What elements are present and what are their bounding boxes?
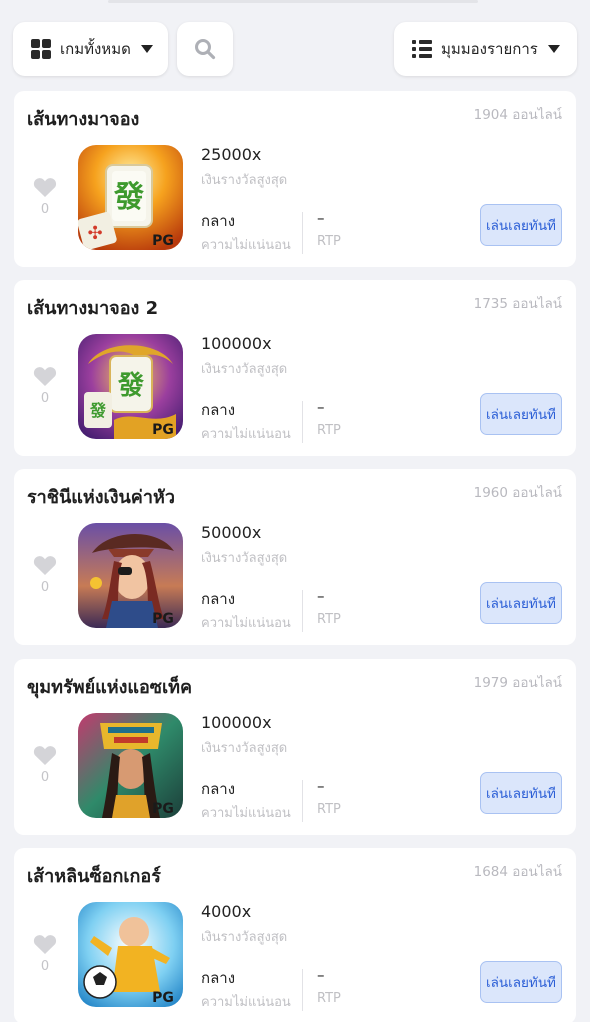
game-card: เส้าหลินซ็อกเกอร์ 1684 ออนไลน์ 0 PG 4000… xyxy=(14,848,576,1022)
rtp-value: – xyxy=(317,398,325,416)
svg-text:發: 發 xyxy=(113,180,144,215)
volatility-label: ความไม่แน่นอน xyxy=(201,238,291,253)
divider xyxy=(302,401,303,443)
rtp-label: RTP xyxy=(317,991,341,1006)
bounty-queen-thumbnail[interactable]: PG xyxy=(78,523,183,628)
pg-logo: PG xyxy=(152,801,174,817)
rtp-value: – xyxy=(317,587,325,605)
play-now-button[interactable]: เล่นเลยทันที xyxy=(480,772,562,814)
mahjong-ways-2-thumbnail[interactable]: 發 發 PG xyxy=(78,334,183,439)
max-win-value: 4000x xyxy=(201,902,252,921)
shaolin-soccer-thumbnail[interactable]: PG xyxy=(78,902,183,1007)
volatility-value: กลาง xyxy=(201,969,236,987)
max-win-label: เงินรางวัลสูงสุด xyxy=(201,551,288,566)
pg-logo: PG xyxy=(152,990,174,1006)
heart-icon xyxy=(33,178,57,197)
game-title: เส้นทางมาจอง xyxy=(27,109,140,130)
game-card: เส้นทางมาจอง 1904 ออนไลน์ 0 發 ✣ PG 25000… xyxy=(14,91,576,267)
search-button[interactable] xyxy=(177,22,233,76)
toolbar: เกมทั้งหมด มุมมองรายการ xyxy=(0,0,590,90)
favorite-button[interactable]: 0 xyxy=(32,555,58,595)
caret-down-icon xyxy=(140,45,153,53)
divider xyxy=(302,212,303,254)
online-count: 1904 ออนไลน์ xyxy=(473,107,562,123)
pg-logo: PG xyxy=(152,611,174,627)
game-card: ขุมทรัพย์แห่งแอซเท็ค 1979 ออนไลน์ 0 PG 1… xyxy=(14,659,576,835)
volatility-value: กลาง xyxy=(201,590,236,608)
volatility-value: กลาง xyxy=(201,212,236,230)
grid-icon xyxy=(31,39,51,59)
volatility-label: ความไม่แน่นอน xyxy=(201,616,291,631)
game-card: เส้นทางมาจอง 2 1735 ออนไลน์ 0 發 發 PG 100… xyxy=(14,280,576,456)
max-win-value: 25000x xyxy=(201,145,262,164)
rtp-label: RTP xyxy=(317,423,341,438)
list-icon xyxy=(412,40,432,58)
volatility-value: กลาง xyxy=(201,780,236,798)
heart-icon xyxy=(33,935,57,954)
game-filter-dropdown[interactable]: เกมทั้งหมด xyxy=(13,22,168,76)
volatility-value: กลาง xyxy=(201,401,236,419)
rtp-value: – xyxy=(317,777,325,795)
max-win-value: 50000x xyxy=(201,523,262,542)
game-title: เส้นทางมาจอง 2 xyxy=(27,298,159,319)
game-card: ราชินีแห่งเงินค่าหัว 1960 ออนไลน์ 0 PG 5… xyxy=(14,469,576,645)
online-count: 1960 ออนไลน์ xyxy=(473,485,562,501)
favorite-button[interactable]: 0 xyxy=(32,177,58,217)
svg-text:✣: ✣ xyxy=(87,223,102,244)
svg-text:發: 發 xyxy=(117,371,145,401)
favorite-button[interactable]: 0 xyxy=(32,366,58,406)
max-win-label: เงินรางวัลสูงสุด xyxy=(201,741,288,756)
pg-logo: PG xyxy=(152,233,174,249)
like-count: 0 xyxy=(40,202,50,217)
online-count: 1684 ออนไลน์ xyxy=(473,864,562,880)
game-title: ราชินีแห่งเงินค่าหัว xyxy=(27,487,175,508)
online-count: 1979 ออนไลน์ xyxy=(473,675,562,691)
svg-text:發: 發 xyxy=(89,401,107,420)
max-win-value: 100000x xyxy=(201,713,272,732)
max-win-label: เงินรางวัลสูงสุด xyxy=(201,173,288,188)
rtp-label: RTP xyxy=(317,234,341,249)
divider xyxy=(302,590,303,632)
view-mode-label: มุมมองรายการ xyxy=(441,40,538,58)
favorite-button[interactable]: 0 xyxy=(32,745,58,785)
play-now-button[interactable]: เล่นเลยทันที xyxy=(480,961,562,1003)
like-count: 0 xyxy=(40,770,50,785)
max-win-label: เงินรางวัลสูงสุด xyxy=(201,362,288,377)
volatility-label: ความไม่แน่นอน xyxy=(201,806,291,821)
like-count: 0 xyxy=(40,959,50,974)
divider xyxy=(302,969,303,1011)
mahjong-ways-thumbnail[interactable]: 發 ✣ PG xyxy=(78,145,183,250)
play-now-button[interactable]: เล่นเลยทันที xyxy=(480,204,562,246)
search-icon xyxy=(195,39,216,60)
caret-down-icon xyxy=(547,45,560,53)
heart-icon xyxy=(33,746,57,765)
rtp-value: – xyxy=(317,966,325,984)
view-mode-dropdown[interactable]: มุมมองรายการ xyxy=(394,22,577,76)
max-win-label: เงินรางวัลสูงสุด xyxy=(201,930,288,945)
volatility-label: ความไม่แน่นอน xyxy=(201,427,291,442)
rtp-label: RTP xyxy=(317,802,341,817)
game-title: เส้าหลินซ็อกเกอร์ xyxy=(27,866,161,887)
aztec-treasure-thumbnail[interactable]: PG xyxy=(78,713,183,818)
like-count: 0 xyxy=(40,580,50,595)
game-filter-label: เกมทั้งหมด xyxy=(60,40,131,58)
play-now-button[interactable]: เล่นเลยทันที xyxy=(480,393,562,435)
volatility-label: ความไม่แน่นอน xyxy=(201,995,291,1010)
heart-icon xyxy=(33,367,57,386)
rtp-label: RTP xyxy=(317,612,341,627)
game-title: ขุมทรัพย์แห่งแอซเท็ค xyxy=(27,677,193,698)
play-now-button[interactable]: เล่นเลยทันที xyxy=(480,582,562,624)
heart-icon xyxy=(33,556,57,575)
divider xyxy=(302,780,303,822)
max-win-value: 100000x xyxy=(201,334,272,353)
pg-logo: PG xyxy=(152,422,174,438)
online-count: 1735 ออนไลน์ xyxy=(473,296,562,312)
favorite-button[interactable]: 0 xyxy=(32,934,58,974)
rtp-value: – xyxy=(317,209,325,227)
like-count: 0 xyxy=(40,391,50,406)
